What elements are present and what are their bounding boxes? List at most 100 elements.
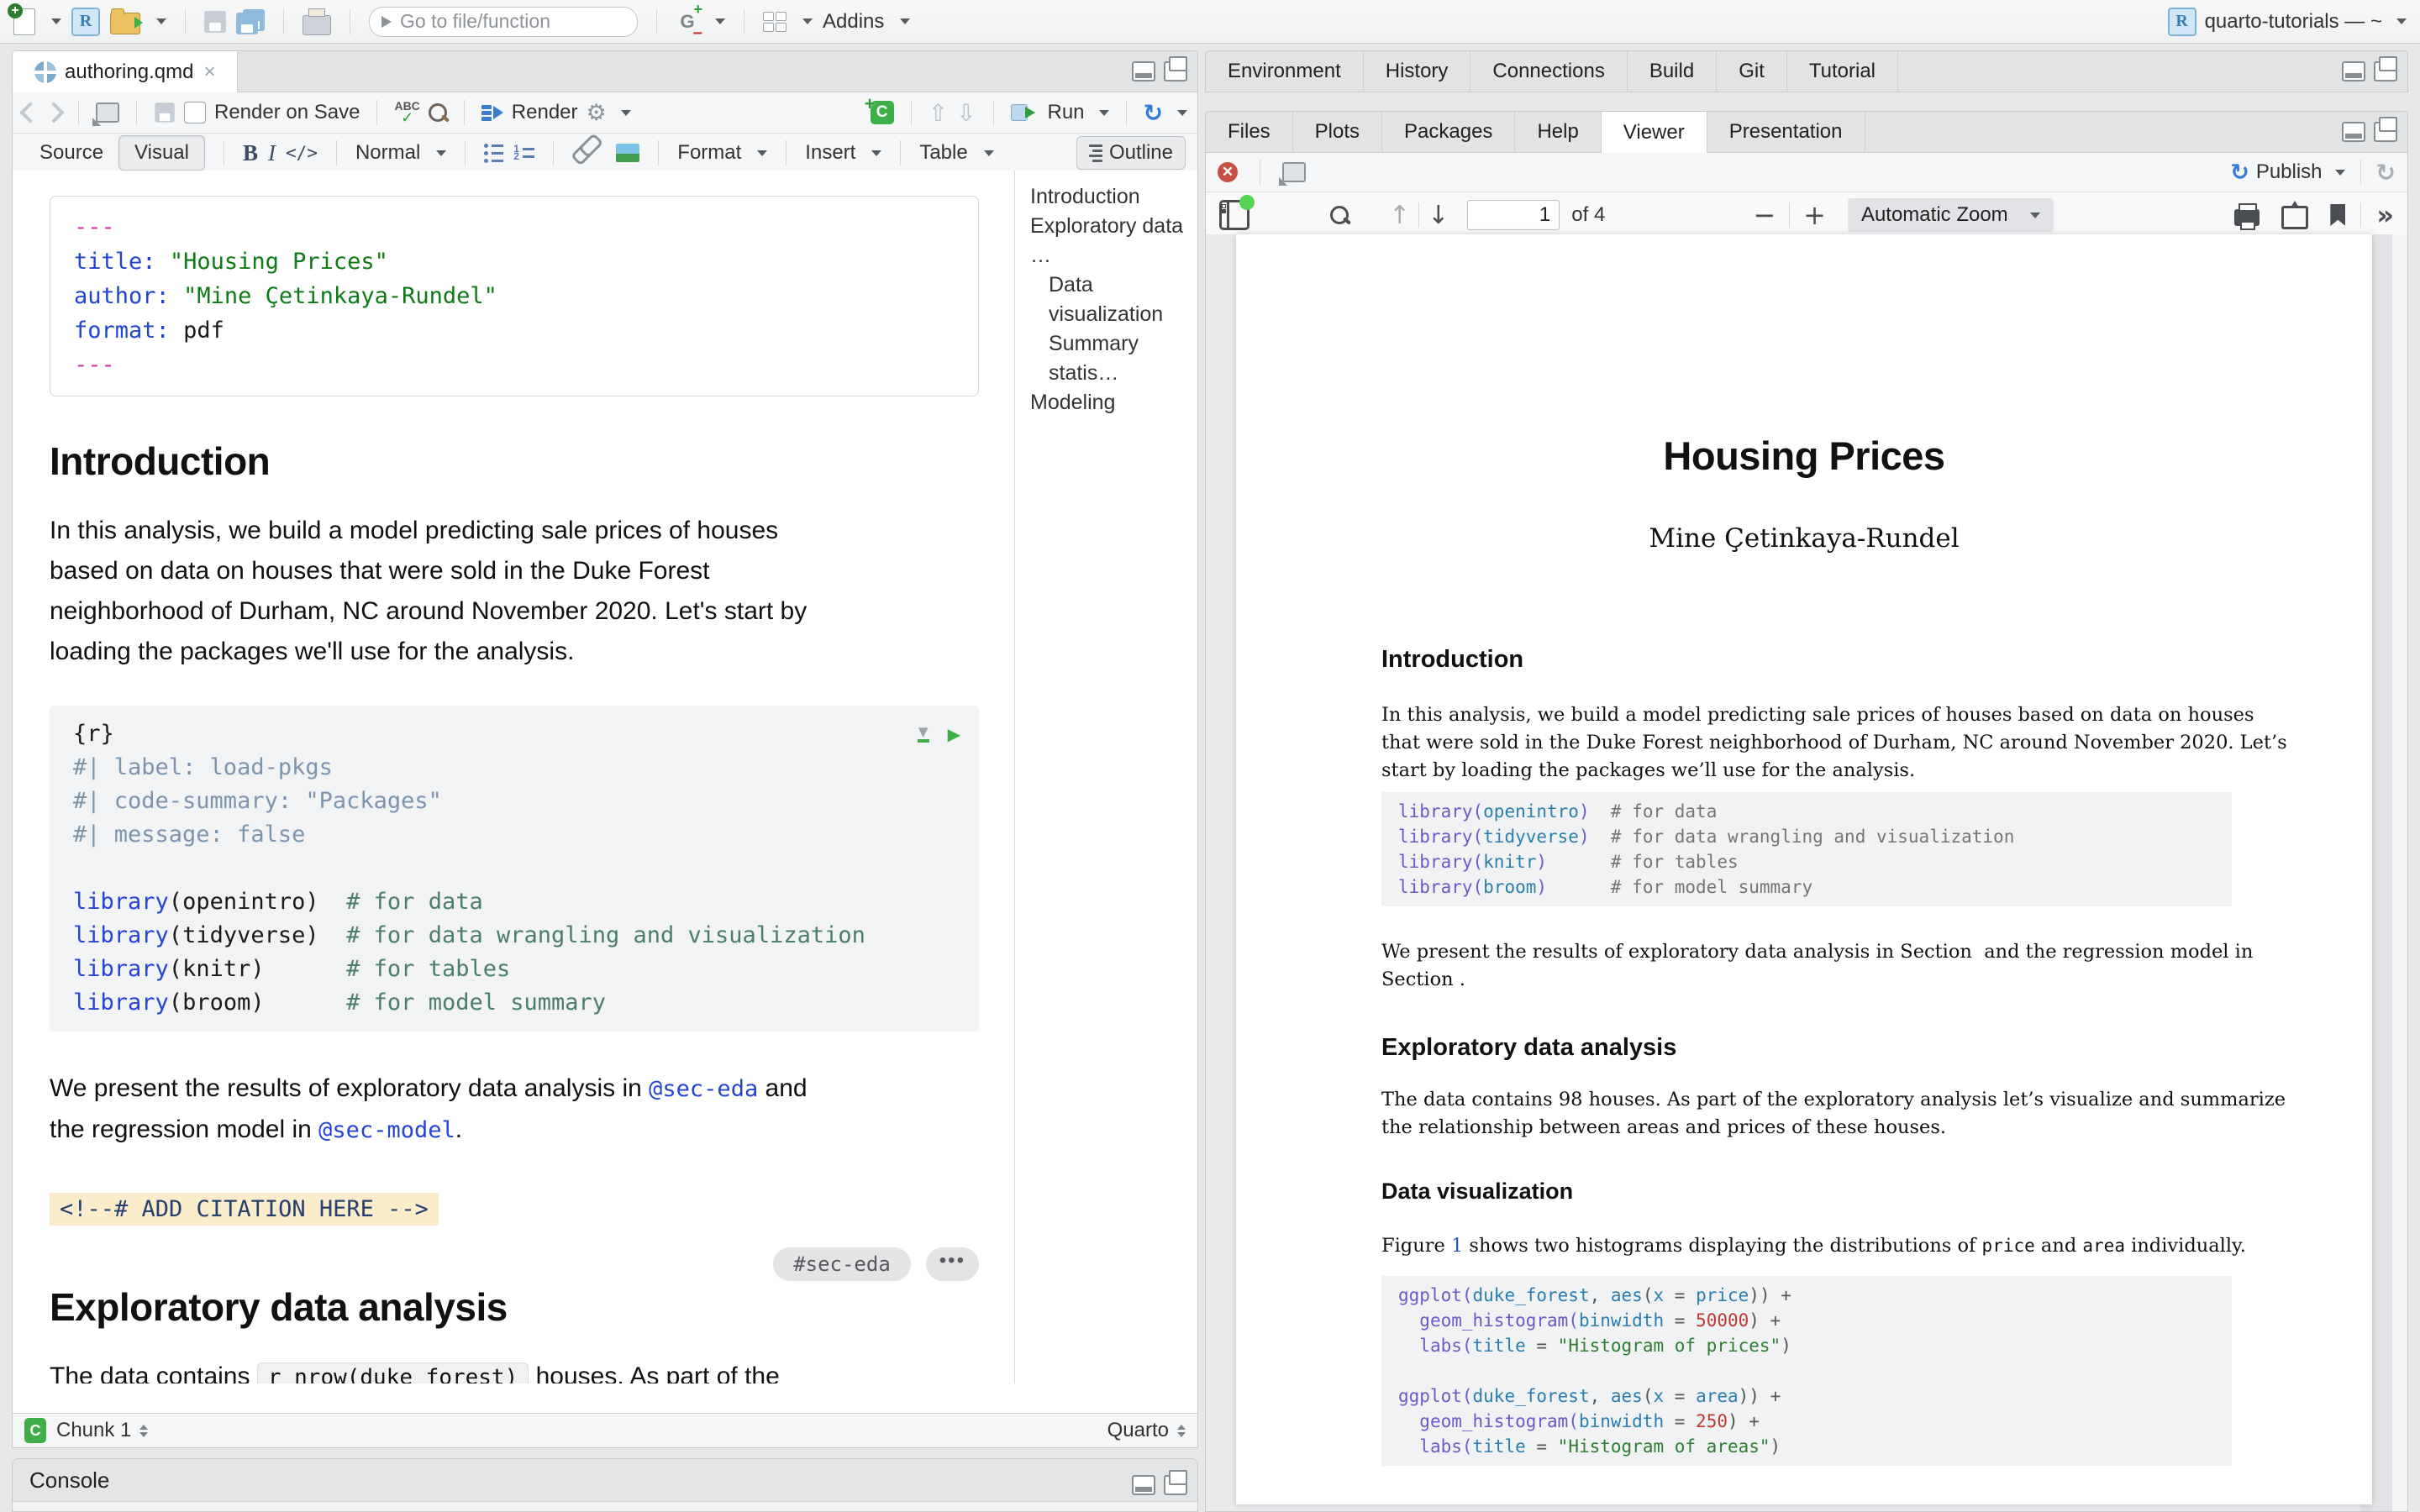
publish-button[interactable]: ↻ Publish ↻ [2230, 159, 2396, 186]
new-project-icon[interactable]: R [71, 8, 100, 36]
close-tab-icon[interactable]: × [203, 60, 215, 84]
citation-comment-highlight[interactable]: <!--# ADD CITATION HERE --> [50, 1193, 439, 1226]
tab-environment[interactable]: Environment [1206, 51, 1364, 92]
version-control-dropdown-caret[interactable] [715, 18, 725, 24]
project-menu[interactable]: R quarto-tutorials — ~ [2168, 8, 2407, 36]
paragraph-style-select[interactable]: Normal [355, 141, 420, 165]
tab-build[interactable]: Build [1628, 51, 1717, 92]
save-document-icon[interactable] [155, 102, 174, 122]
pdf-page-input[interactable]: 1 [1467, 200, 1560, 230]
tab-viewer[interactable]: Viewer [1602, 112, 1707, 153]
pdf-bookmark-icon[interactable] [2330, 204, 2345, 226]
bullet-list-icon[interactable] [484, 144, 503, 163]
outline-item-summary-statistics[interactable]: Summary statis… [1030, 329, 1197, 388]
pdf-viewport[interactable]: Housing Prices Mine Çetinkaya-Rundel Int… [1206, 234, 2407, 1511]
find-replace-icon[interactable] [429, 103, 447, 122]
maximize-pane-icon[interactable] [1164, 61, 1187, 81]
pdf-previous-page-icon[interactable]: ↑ [1389, 201, 1410, 230]
pdf-zoom-out-icon[interactable]: − [1753, 199, 1776, 231]
render-on-save-checkbox[interactable] [184, 102, 206, 123]
run-dropdown-caret[interactable] [1099, 110, 1109, 116]
addins-menu[interactable]: Addins [823, 10, 884, 34]
version-control-icon[interactable]: G+− [676, 8, 699, 35]
rerun-icon[interactable]: ↻ [1144, 99, 1163, 127]
image-icon[interactable] [616, 144, 639, 162]
format-menu[interactable]: Format [677, 141, 741, 165]
tab-connections[interactable]: Connections [1470, 51, 1627, 92]
insert-menu[interactable]: Insert [805, 141, 855, 165]
clear-viewer-icon[interactable]: ✕ [1218, 162, 1238, 182]
render-button[interactable]: Render [512, 101, 578, 124]
insert-chunk-icon[interactable]: C+ [871, 101, 894, 124]
table-menu[interactable]: Table [919, 141, 967, 165]
document-editing-surface[interactable]: --- title: "Housing Prices" author: "Min… [13, 171, 1014, 1383]
pdf-search-icon[interactable] [1330, 206, 1349, 224]
render-icon[interactable] [481, 105, 503, 121]
workspace-panes-dropdown-caret[interactable] [802, 18, 813, 24]
spellcheck-icon[interactable]: ABC✓ [394, 100, 419, 125]
pdf-print-icon[interactable] [2234, 209, 2260, 226]
new-file-icon[interactable]: + [13, 8, 35, 35]
back-icon[interactable] [19, 102, 40, 123]
open-file-icon[interactable] [110, 13, 140, 34]
r-code-chunk[interactable]: ▼ ▶ {r} #| label: load-pkgs #| code-summ… [50, 706, 979, 1032]
maximize-pane-icon[interactable] [1164, 1475, 1187, 1495]
rerun-dropdown-caret[interactable] [1177, 110, 1187, 116]
minimize-pane-icon[interactable] [1132, 61, 1155, 81]
open-in-new-window-icon[interactable] [1282, 162, 1306, 182]
paragraph-style-caret[interactable] [436, 150, 446, 156]
console-header[interactable]: Console [13, 1459, 1197, 1502]
maximize-pane-icon[interactable] [2374, 61, 2397, 81]
run-previous-icon[interactable]: ⇧ [929, 99, 948, 127]
save-icon[interactable] [204, 11, 226, 33]
tab-history[interactable]: History [1364, 51, 1471, 92]
gear-icon[interactable]: ⚙ [587, 100, 607, 126]
save-all-icon[interactable] [236, 9, 265, 34]
maximize-pane-icon[interactable] [2374, 122, 2397, 142]
pdf-more-tools-icon[interactable]: » [2376, 199, 2394, 231]
numbered-list-icon[interactable]: 12 [513, 147, 534, 159]
tab-help[interactable]: Help [1515, 112, 1601, 152]
visual-mode-button[interactable]: Visual [118, 135, 205, 171]
new-file-dropdown-caret[interactable] [51, 18, 61, 24]
tab-presentation[interactable]: Presentation [1707, 112, 1865, 152]
yaml-front-matter-block[interactable]: --- title: "Housing Prices" author: "Min… [50, 196, 979, 396]
tab-git[interactable]: Git [1717, 51, 1787, 92]
bold-button[interactable]: B [243, 140, 258, 166]
minimize-pane-icon[interactable] [2342, 122, 2365, 142]
open-in-window-icon[interactable] [96, 102, 119, 123]
render-options-caret[interactable] [621, 110, 631, 116]
goto-file-function-input[interactable]: Go to file/function [369, 7, 638, 37]
outline-toggle-button[interactable]: Outline [1076, 136, 1186, 170]
pdf-save-icon[interactable] [2281, 206, 2308, 229]
tab-tutorial[interactable]: Tutorial [1787, 51, 1898, 92]
chunk-navigator[interactable]: Chunk 1 [56, 1419, 131, 1442]
syntax-mode-select[interactable]: Quarto [1107, 1419, 1169, 1442]
run-button[interactable]: Run [1048, 101, 1085, 124]
outline-item-introduction[interactable]: Introduction [1030, 182, 1197, 212]
open-file-dropdown-caret[interactable] [156, 18, 166, 24]
pdf-zoom-select[interactable]: Automatic Zoom [1848, 198, 2054, 232]
link-icon[interactable] [571, 140, 596, 165]
tab-packages[interactable]: Packages [1382, 112, 1515, 152]
italic-button[interactable]: I [268, 140, 276, 166]
tab-plots[interactable]: Plots [1293, 112, 1382, 152]
outline-item-eda[interactable]: Exploratory data … [1030, 212, 1197, 270]
code-format-button[interactable]: </> [286, 143, 318, 163]
refresh-viewer-icon[interactable]: ↻ [2376, 159, 2396, 186]
pdf-next-page-icon[interactable]: ↓ [1428, 201, 1449, 230]
run-next-icon[interactable]: ⇩ [956, 99, 976, 127]
insert-menu-caret[interactable] [871, 150, 881, 156]
forward-icon[interactable] [43, 102, 64, 123]
source-mode-button[interactable]: Source [24, 136, 118, 170]
table-menu-caret[interactable] [984, 150, 994, 156]
outline-item-data-visualization[interactable]: Data visualization [1030, 270, 1197, 329]
run-chunk-icon[interactable]: ▶ [948, 717, 960, 751]
run-chunks-above-icon[interactable]: ▼ [918, 726, 929, 743]
pdf-zoom-in-icon[interactable]: + [1803, 199, 1826, 231]
workspace-panes-icon[interactable] [763, 12, 786, 32]
tab-authoring-qmd[interactable]: authoring.qmd × [13, 51, 238, 92]
tab-files[interactable]: Files [1206, 112, 1293, 152]
minimize-pane-icon[interactable] [2342, 61, 2365, 81]
addins-dropdown-caret[interactable] [900, 18, 910, 24]
